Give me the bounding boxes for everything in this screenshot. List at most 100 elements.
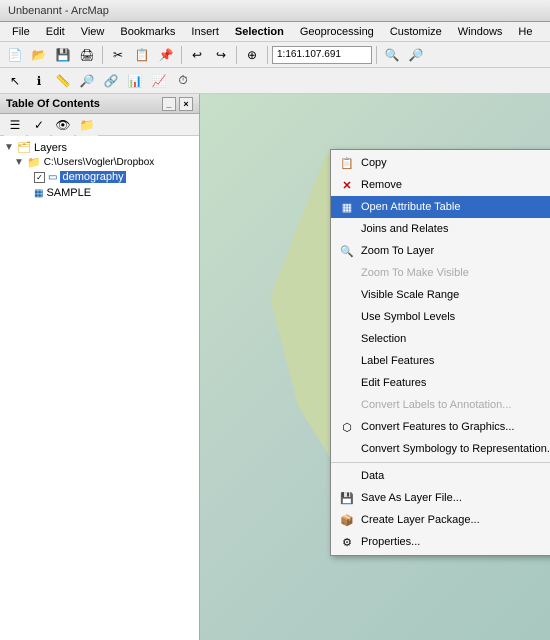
info-btn[interactable]: ℹ (28, 70, 50, 92)
nav-btn[interactable]: ⊕ (241, 44, 263, 66)
convert-symbology-icon (339, 441, 355, 457)
menu-selection[interactable]: Selection (227, 24, 292, 40)
ctx-convert-labels-label: Convert Labels to Annotation... (361, 399, 550, 411)
ctx-convert-symbology[interactable]: Convert Symbology to Representation... (331, 438, 550, 460)
expand-icon: ▼ (4, 142, 14, 153)
ctx-joins-and-relates[interactable]: Joins and Relates ▶ (331, 218, 550, 240)
joins-icon (339, 221, 355, 237)
menu-view[interactable]: View (73, 24, 113, 40)
ctx-data[interactable]: Data ▶ (331, 465, 550, 487)
menu-bookmarks[interactable]: Bookmarks (112, 24, 183, 40)
ctx-visible-scale-range[interactable]: Visible Scale Range (331, 284, 550, 306)
toc-list-btn[interactable]: ☰ (4, 114, 26, 136)
undo-btn[interactable]: ↩ (186, 44, 208, 66)
menu-help[interactable]: He (510, 24, 540, 40)
layers-folder-icon: 🗂 (17, 141, 31, 154)
ctx-save-as-layer[interactable]: 💾 Save As Layer File... (331, 487, 550, 509)
ctx-zoom-visible: Zoom To Make Visible (331, 262, 550, 284)
layer-label-sample: SAMPLE (46, 187, 91, 199)
scale-box[interactable]: 1:161.107.691 (272, 46, 372, 64)
table-icon: ▦ (339, 199, 355, 215)
scale-range-icon (339, 287, 355, 303)
menu-bar: File Edit View Bookmarks Insert Selectio… (0, 22, 550, 42)
zoom-out-btn[interactable]: 🔎 (405, 44, 427, 66)
toc-close-btn[interactable]: × (179, 97, 193, 111)
ctx-label-features[interactable]: Label Features (331, 350, 550, 372)
copy-btn[interactable]: 📋 (131, 44, 153, 66)
toc-layers-row: ▼ 🗂 Layers (4, 140, 195, 155)
ctx-copy[interactable]: 📋 Copy (331, 152, 550, 174)
convert-labels-icon (339, 397, 355, 413)
ctx-open-attribute-label: Open Attribute Table (361, 201, 550, 213)
identify-btn[interactable]: 🔎 (76, 70, 98, 92)
toc-folder-row: ▼ 📁 C:\Users\Vogler\Dropbox (14, 155, 195, 170)
ctx-properties[interactable]: ⚙ Properties... (331, 531, 550, 553)
toc-select-btn[interactable]: ✓ (28, 114, 50, 136)
new-btn[interactable]: 📄 (4, 44, 26, 66)
menu-edit[interactable]: Edit (38, 24, 73, 40)
ctx-zoom-to-layer[interactable]: 🔍 Zoom To Layer (331, 240, 550, 262)
selection-icon (339, 331, 355, 347)
ctx-visible-scale-label: Visible Scale Range (361, 289, 550, 301)
toc-visibility-btn[interactable]: 👁 (52, 114, 74, 136)
ctx-save-layer-label: Save As Layer File... (361, 492, 550, 504)
title-bar-text: Unbenannt - ArcMap (8, 5, 109, 17)
html-btn[interactable]: 📊 (124, 70, 146, 92)
toc-header-buttons: _ × (162, 97, 193, 111)
menu-windows[interactable]: Windows (450, 24, 511, 40)
ctx-use-symbol-levels[interactable]: Use Symbol Levels (331, 306, 550, 328)
main-area: Table Of Contents _ × ☰ ✓ 👁 📁 ▼ 🗂 Layers… (0, 94, 550, 640)
ctx-edit-features[interactable]: Edit Features ▶ (331, 372, 550, 394)
open-btn[interactable]: 📂 (28, 44, 50, 66)
print-btn[interactable]: 🖨 (76, 44, 98, 66)
menu-insert[interactable]: Insert (183, 24, 227, 40)
ctx-symbol-levels-label: Use Symbol Levels (361, 311, 550, 323)
ctx-remove-label: Remove (361, 179, 550, 191)
hyperlink-btn[interactable]: 🔗 (100, 70, 122, 92)
ctx-zoom-visible-label: Zoom To Make Visible (361, 267, 550, 279)
zoom-in-btn[interactable]: 🔍 (381, 44, 403, 66)
ctx-create-layer-package[interactable]: 📦 Create Layer Package... (331, 509, 550, 531)
toc-layer-sample[interactable]: ▦ SAMPLE (34, 186, 195, 200)
toc-source-btn[interactable]: 📁 (76, 114, 98, 136)
menu-customize[interactable]: Customize (382, 24, 450, 40)
measure-btn[interactable]: 📏 (52, 70, 74, 92)
sep3 (236, 46, 237, 64)
symbol-levels-icon (339, 309, 355, 325)
menu-geoprocessing[interactable]: Geoprocessing (292, 24, 382, 40)
ctx-label-features-label: Label Features (361, 355, 550, 367)
toc-collapse-btn[interactable]: _ (162, 97, 176, 111)
toolbar-main: 📄 📂 💾 🖨 ✂ 📋 📌 ↩ ↪ ⊕ 1:161.107.691 🔍 🔎 (0, 42, 550, 68)
expand-icon2: ▼ (14, 157, 24, 168)
title-bar: Unbenannt - ArcMap (0, 0, 550, 22)
layer-checkbox[interactable]: ✓ (34, 172, 45, 183)
toc-layer-demography[interactable]: ✓ ▭ demography (34, 170, 195, 184)
context-menu: 📋 Copy ✕ Remove ▦ Open Attribute Table J… (330, 149, 550, 556)
folder-icon: 📁 (27, 156, 41, 169)
toc-panel: Table Of Contents _ × ☰ ✓ 👁 📁 ▼ 🗂 Layers… (0, 94, 200, 640)
zoom-icon: 🔍 (339, 243, 355, 259)
save-btn[interactable]: 💾 (52, 44, 74, 66)
ctx-convert-features-label: Convert Features to Graphics... (361, 421, 550, 433)
data-icon (339, 468, 355, 484)
ctx-convert-features[interactable]: ⬡ Convert Features to Graphics... (331, 416, 550, 438)
copy-icon: 📋 (339, 155, 355, 171)
sep2 (181, 46, 182, 64)
toc-toolbar: ☰ ✓ 👁 📁 (0, 114, 199, 136)
toolbar-secondary: ↖ ℹ 📏 🔎 🔗 📊 📈 ⏱ (0, 68, 550, 94)
map-area[interactable]: 📋 Copy ✕ Remove ▦ Open Attribute Table J… (200, 94, 550, 640)
cut-btn[interactable]: ✂ (107, 44, 129, 66)
ctx-open-attribute-table[interactable]: ▦ Open Attribute Table (331, 196, 550, 218)
graph-btn[interactable]: 📈 (148, 70, 170, 92)
sep4 (267, 46, 268, 64)
ctx-selection[interactable]: Selection ▶ (331, 328, 550, 350)
menu-file[interactable]: File (4, 24, 38, 40)
label-features-icon (339, 353, 355, 369)
time-btn[interactable]: ⏱ (172, 70, 194, 92)
ctx-zoom-label: Zoom To Layer (361, 245, 550, 257)
redo-btn[interactable]: ↪ (210, 44, 232, 66)
paste-btn[interactable]: 📌 (155, 44, 177, 66)
select-btn[interactable]: ↖ (4, 70, 26, 92)
ctx-remove[interactable]: ✕ Remove (331, 174, 550, 196)
ctx-joins-label: Joins and Relates (361, 223, 550, 235)
